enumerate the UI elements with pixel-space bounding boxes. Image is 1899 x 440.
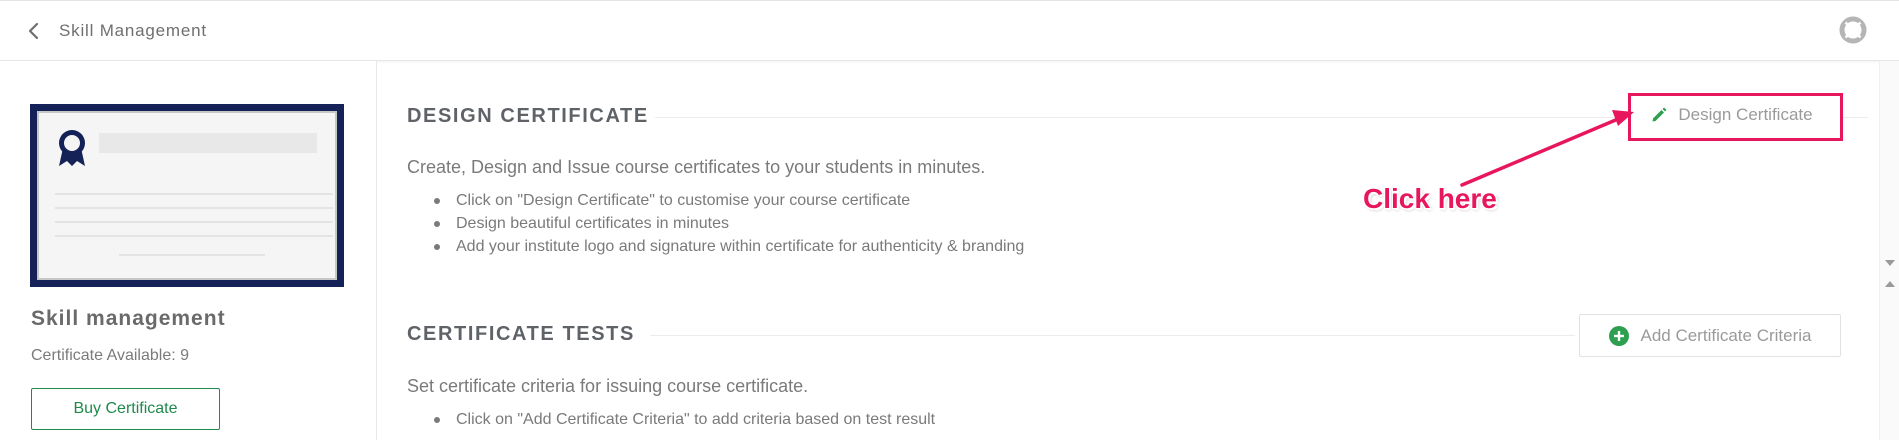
back-button[interactable] (22, 19, 46, 43)
list-item: Add your institute logo and signature wi… (432, 235, 1024, 258)
design-certificate-bullets: Click on "Design Certificate" to customi… (432, 189, 1024, 258)
certificate-tests-bullets: Click on "Add Certificate Criteria" to a… (432, 408, 935, 431)
lifebuoy-icon (1839, 16, 1867, 44)
certificate-text-line (55, 207, 333, 209)
certificate-tests-description: Set certificate criteria for issuing cou… (407, 376, 809, 396)
certificate-preview-body (37, 111, 337, 280)
design-certificate-button[interactable]: Design Certificate (1628, 97, 1835, 133)
add-certificate-criteria-button[interactable]: Add Certificate Criteria (1579, 314, 1841, 357)
certificate-title-placeholder (99, 133, 317, 153)
help-button[interactable] (1839, 16, 1867, 44)
scroll-up-arrow-icon[interactable] (1885, 281, 1895, 287)
section-divider (655, 117, 1625, 118)
plus-circle-icon (1609, 325, 1630, 346)
design-certificate-description: Create, Design and Issue course certific… (407, 157, 986, 177)
sidebar: Skill management Certificate Available: … (0, 61, 377, 440)
certificate-text-line (55, 235, 333, 237)
design-certificate-label: Design Certificate (1678, 105, 1813, 124)
certificate-text-line (55, 221, 333, 223)
page-title: Skill Management (59, 21, 207, 40)
certificate-availability: Certificate Available: 9 (31, 347, 190, 364)
scroll-down-arrow-icon[interactable] (1885, 260, 1895, 266)
list-item: Click on "Add Certificate Criteria" to a… (432, 408, 935, 431)
list-item: Design beautiful certificates in minutes (432, 212, 1024, 235)
buy-certificate-button[interactable]: Buy Certificate (31, 388, 220, 430)
top-bar: Skill Management (0, 0, 1899, 61)
certificate-signature-line (119, 254, 265, 256)
sidebar-title: Skill management (31, 307, 226, 330)
section-divider (650, 335, 1575, 336)
section-divider (1843, 117, 1868, 118)
list-item: Click on "Design Certificate" to customi… (432, 189, 1024, 212)
main-content: DESIGN CERTIFICATE Design Certificate Cr… (378, 61, 1868, 440)
certificate-preview (30, 104, 344, 287)
click-here-annotation: Click here (1363, 183, 1497, 214)
scrollbar[interactable] (1879, 61, 1899, 440)
certificate-tests-heading: CERTIFICATE TESTS (407, 323, 635, 345)
chevron-left-icon (28, 22, 39, 40)
pencil-icon (1652, 107, 1667, 122)
add-certificate-criteria-label: Add Certificate Criteria (1640, 325, 1812, 345)
certificate-text-line (55, 193, 333, 195)
award-medal-icon (59, 130, 85, 166)
design-certificate-heading: DESIGN CERTIFICATE (407, 105, 649, 127)
